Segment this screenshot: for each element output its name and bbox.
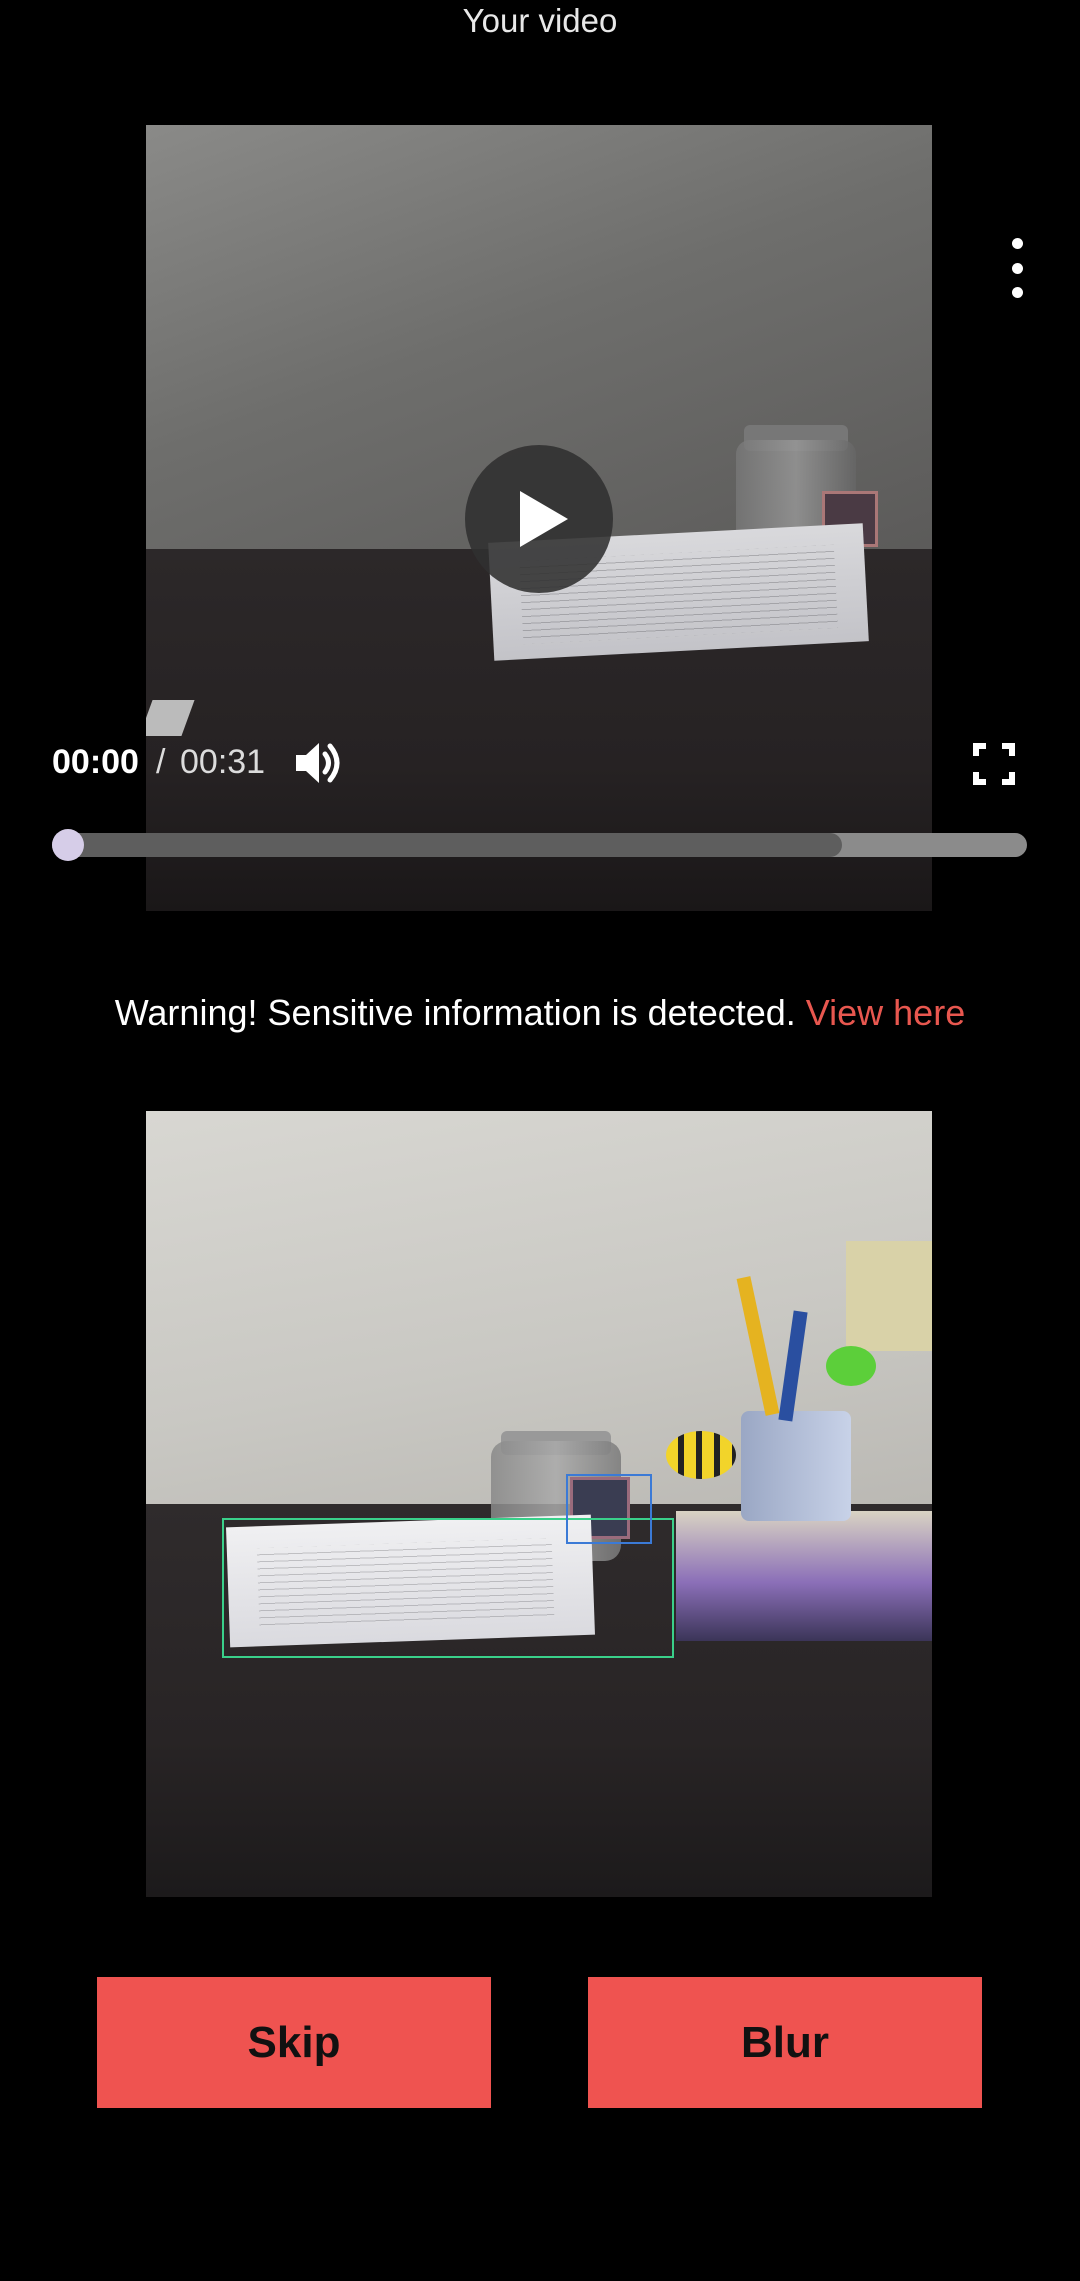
volume-button[interactable] <box>292 736 346 790</box>
play-button[interactable] <box>465 445 613 593</box>
detect-scene-object <box>846 1241 932 1351</box>
more-vertical-icon[interactable] <box>1000 238 1034 298</box>
fullscreen-icon <box>973 743 1015 785</box>
video-review-screen: Your video 00:00 / 00:31 Warning! Sensit… <box>0 0 1080 2281</box>
sensitive-info-warning: Warning! Sensitive information is detect… <box>0 985 1080 1041</box>
seek-thumb[interactable] <box>52 829 84 861</box>
total-time: 00:31 <box>180 743 266 781</box>
video-controls: 00:00 / 00:31 <box>0 730 1080 880</box>
seek-bar[interactable] <box>52 829 1027 861</box>
current-time: 00:00 <box>52 743 139 781</box>
play-icon <box>520 491 568 547</box>
blur-button[interactable]: Blur <box>588 1977 982 2108</box>
page-title: Your video <box>462 2 618 39</box>
time-separator: / <box>156 743 166 781</box>
volume-icon <box>296 743 340 783</box>
warning-message: Warning! Sensitive information is detect… <box>114 992 796 1033</box>
detection-box-card <box>566 1474 652 1544</box>
seek-buffered <box>52 833 842 857</box>
detect-scene-object <box>826 1346 876 1386</box>
detection-preview <box>146 1111 932 1897</box>
fullscreen-button[interactable] <box>972 742 1016 786</box>
skip-button[interactable]: Skip <box>97 1977 491 2108</box>
view-here-link[interactable]: View here <box>806 992 965 1033</box>
detect-scene-toy <box>666 1431 736 1479</box>
detect-scene-books <box>676 1511 932 1641</box>
detect-scene-cup <box>741 1411 851 1521</box>
